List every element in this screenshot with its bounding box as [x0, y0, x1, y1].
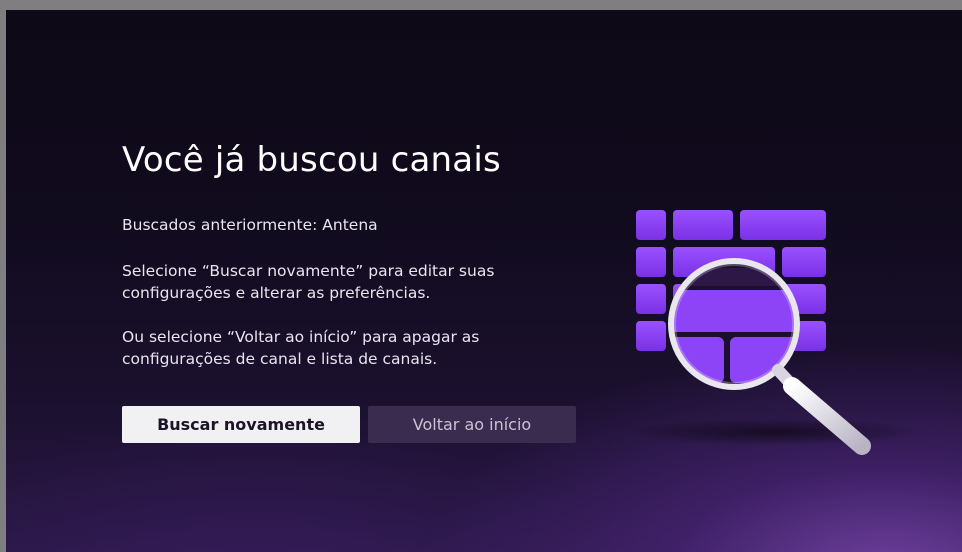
magnifying-glass-over-channel-grid-icon [626, 210, 926, 455]
home-instruction: Ou selecione “Voltar ao início” para apa… [122, 326, 479, 370]
home-instruction-line-2: configurações de canal e lista de canais… [122, 350, 438, 368]
home-button[interactable]: Voltar ao início [368, 406, 576, 443]
rescan-button[interactable]: Buscar novamente [122, 406, 360, 443]
rescan-instruction-line-2: configurações e alterar as preferências. [122, 284, 431, 302]
channel-scan-screen: Você já buscou canais Buscados anteriorm… [6, 10, 962, 552]
rescan-instruction-line-1: Selecione “Buscar novamente” para editar… [122, 262, 495, 280]
page-title: Você já buscou canais [122, 140, 501, 180]
home-instruction-line-1: Ou selecione “Voltar ao início” para apa… [122, 328, 480, 346]
previous-scan-text: Buscados anteriormente: Antena [122, 216, 378, 234]
rescan-instruction: Selecione “Buscar novamente” para editar… [122, 260, 494, 304]
